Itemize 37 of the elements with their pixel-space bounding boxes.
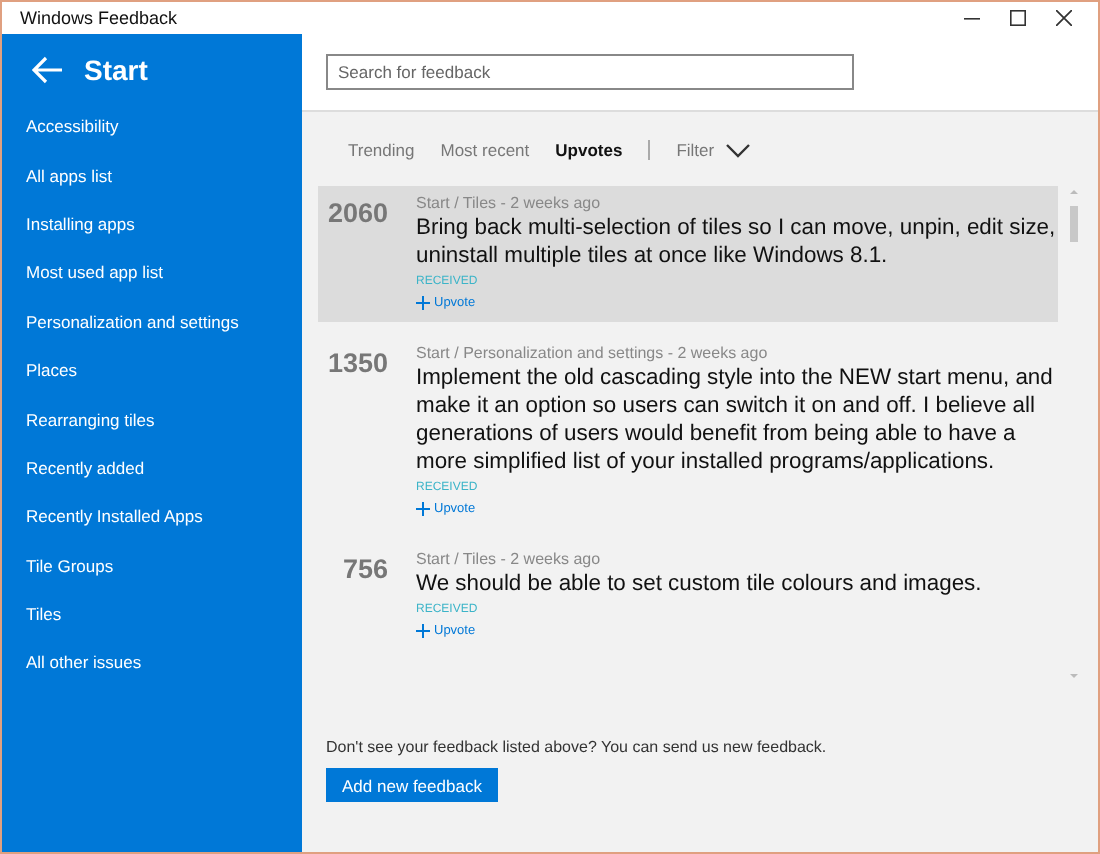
feedback-text: We should be able to set custom tile colours and images. xyxy=(416,570,982,598)
vote-count: 2060 xyxy=(325,196,390,232)
plus-icon xyxy=(416,624,430,638)
sidebar-item[interactable]: Recently Installed Apps xyxy=(26,492,302,542)
close-icon[interactable] xyxy=(1056,10,1072,26)
sort-tab[interactable]: Most recent xyxy=(440,140,530,160)
feedback-meta: Start / Tiles - 2 weeks ago xyxy=(416,550,601,568)
search-field[interactable]: Search for feedback xyxy=(326,54,854,90)
footer-text: Don't see your feedback listed above? You can send us new feedback. xyxy=(326,738,827,756)
vote-count: 756 xyxy=(340,552,390,588)
back-arrow-icon[interactable] xyxy=(32,55,64,83)
chevron-icon xyxy=(726,143,751,157)
plus-icon xyxy=(416,296,430,310)
plus-icon xyxy=(416,502,430,516)
sidebar-item[interactable]: Most used app list xyxy=(26,248,302,298)
sidebar-item[interactable]: Recently added xyxy=(26,443,302,493)
sort-tab[interactable]: Trending xyxy=(348,140,415,160)
maximize-icon[interactable] xyxy=(1010,10,1026,26)
sidebar-item[interactable]: All apps list xyxy=(26,150,302,200)
sidebar-item[interactable]: Tiles xyxy=(26,589,302,639)
filter-dropdown[interactable]: Filter xyxy=(676,140,751,160)
vote-count: 1350 xyxy=(325,346,390,382)
sidebar-item[interactable]: Accessibility xyxy=(26,102,302,151)
sidebar-item[interactable]: Rearranging tiles xyxy=(26,394,302,444)
feedback-text: Bring back multi-selection of tiles so I can move, unpin, edit size, uninstall multiple tiles at once like Windows 8.1. xyxy=(416,214,1058,270)
feedback-text: Implement the old cascading style into the NEW start menu, and make it an option so users can switch it on and off. I believe all generations of users would benefit from being able to have a more simplified list of your installed programs/applications. xyxy=(416,364,1055,476)
sidebar-item[interactable]: Places xyxy=(26,345,302,395)
sidebar-item[interactable]: Installing apps xyxy=(26,199,302,249)
feedback-meta: Start / Tiles - 2 weeks ago xyxy=(416,194,601,212)
sidebar-item[interactable]: Tile Groups xyxy=(26,541,302,590)
feedback-meta: Start / Personalization and settings - 2 weeks ago xyxy=(416,344,768,362)
add-feedback-button[interactable]: Add new feedback xyxy=(326,768,498,802)
sidebar-item[interactable]: Personalization and settings xyxy=(26,297,302,346)
sidebar-item[interactable]: All other issues xyxy=(26,638,302,688)
sidebar-title: Start xyxy=(84,53,148,85)
window-title: Windows Feedback xyxy=(20,8,178,28)
sort-tab[interactable]: Upvotes xyxy=(555,140,623,160)
